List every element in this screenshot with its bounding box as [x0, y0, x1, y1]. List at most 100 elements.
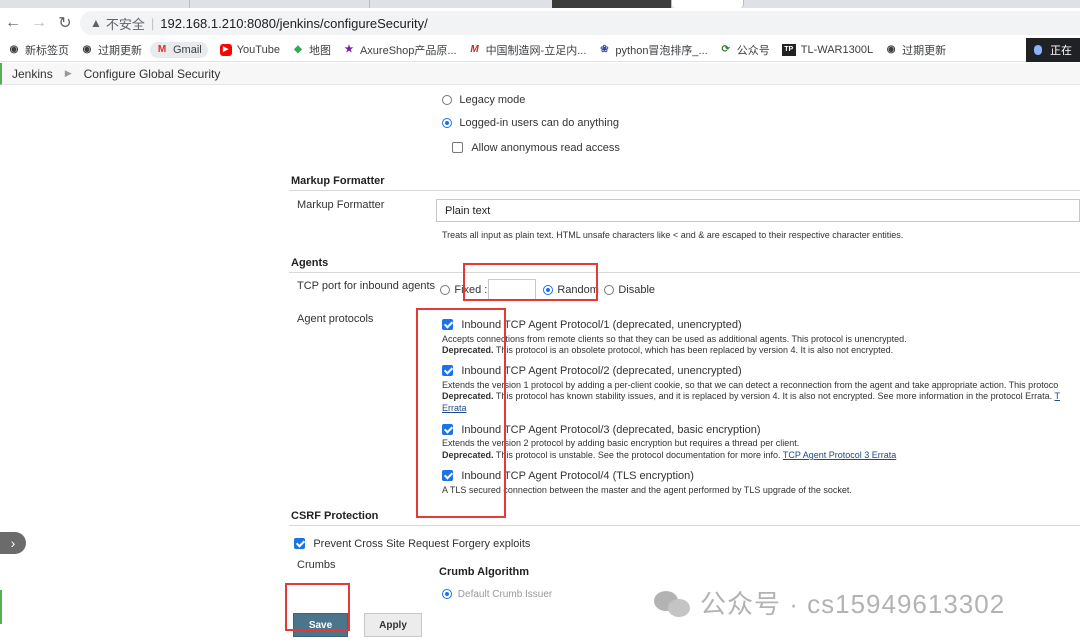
bookmark-item[interactable]: ◉ 过期更新: [81, 42, 142, 58]
globe-icon: ◉: [9, 43, 19, 55]
protocol-1-option[interactable]: Inbound TCP Agent Protocol/1 (deprecated…: [442, 317, 742, 331]
protocol-3-desc: Extends the version 2 protocol by adding…: [442, 438, 800, 448]
protocol-2-option[interactable]: Inbound TCP Agent Protocol/2 (deprecated…: [442, 363, 742, 377]
bookmark-item[interactable]: ◉ 新标签页: [8, 42, 69, 58]
anonymous-read-checkbox[interactable]: [452, 142, 463, 154]
fixed-port-option[interactable]: Fixed :: [440, 282, 487, 296]
csrf-section-title: CSRF Protection: [291, 510, 379, 522]
warning-icon[interactable]: ▲: [90, 16, 102, 30]
bookmark-item[interactable]: ▶ YouTube: [219, 43, 280, 56]
back-icon[interactable]: ←: [0, 10, 26, 36]
protocol-2-errata-link[interactable]: Errata: [442, 403, 467, 414]
random-port-label: Random: [557, 284, 599, 296]
protocol-4-option[interactable]: Inbound TCP Agent Protocol/4 (TLS encryp…: [442, 468, 694, 482]
markup-formatter-help: Treats all input as plain text. HTML uns…: [442, 230, 904, 240]
reload-icon[interactable]: ↻: [52, 10, 78, 36]
breadcrumb-current[interactable]: Configure Global Security: [84, 67, 221, 81]
disable-port-option[interactable]: Disable: [604, 282, 655, 296]
browser-tab-active[interactable]: [672, 0, 744, 8]
bookmark-item[interactable]: M 中国制造网-立足内...: [469, 42, 586, 58]
gmail-icon: M: [157, 43, 167, 55]
star-icon: ★: [344, 43, 354, 55]
markup-formatter-select[interactable]: Plain text: [436, 199, 1080, 222]
address-bar: ← → ↻ ▲ 不安全 | 192.168.1.210:8080/jenkins…: [0, 8, 1080, 38]
bookmark-label: YouTube: [236, 43, 280, 56]
deprecated-text: This protocol is an obsolete protocol, w…: [493, 345, 894, 355]
voice-indicator[interactable]: 正在: [1026, 38, 1080, 62]
section-divider: [289, 272, 1080, 273]
protocol-4-desc: A TLS secured connection between the mas…: [442, 485, 852, 495]
protocol-3-errata-link[interactable]: TCP Agent Protocol 3 Errata: [783, 450, 896, 460]
browser-tab[interactable]: [190, 0, 370, 8]
chevron-right-icon: ▶: [64, 68, 72, 78]
bookmark-item[interactable]: TP TL-WAR1300L: [781, 43, 874, 56]
default-crumb-issuer-option[interactable]: Default Crumb Issuer: [442, 589, 552, 600]
insecure-label: 不安全: [105, 16, 145, 32]
csrf-prevent-checkbox[interactable]: [294, 538, 305, 550]
forward-icon[interactable]: →: [26, 10, 52, 36]
random-port-radio[interactable]: [543, 284, 553, 295]
bookmark-label: 过期更新: [902, 44, 947, 57]
anonymous-read-option[interactable]: Allow anonymous read access: [452, 140, 620, 154]
deprecated-text: This protocol is unstable. See the proto…: [493, 450, 783, 460]
youtube-icon: ▶: [219, 43, 232, 56]
breadcrumb-jenkins[interactable]: Jenkins: [12, 67, 53, 81]
microphone-icon: [1034, 45, 1042, 55]
legacy-mode-label: Legacy mode: [459, 94, 526, 106]
markup-formatter-section-title: Markup Formatter: [291, 175, 385, 187]
bookmark-label: Gmail: [173, 43, 202, 56]
voice-label: 正在: [1050, 45, 1072, 57]
url-field[interactable]: ▲ 不安全 | 192.168.1.210:8080/jenkins/confi…: [80, 11, 1080, 35]
protocol-2-link[interactable]: T: [1054, 391, 1060, 401]
protocol-1-checkbox[interactable]: [442, 319, 453, 331]
expand-sidebar-icon[interactable]: ›: [0, 532, 26, 554]
csrf-prevent-option[interactable]: Prevent Cross Site Request Forgery explo…: [294, 536, 530, 550]
agents-section-title: Agents: [291, 257, 329, 269]
fixed-port-radio[interactable]: [440, 284, 450, 295]
protocol-2-desc: Extends the version 1 protocol by adding…: [442, 380, 1059, 390]
save-button[interactable]: Save: [293, 613, 348, 637]
disable-port-radio[interactable]: [604, 284, 614, 295]
main-content: Legacy mode Logged-in users can do anyth…: [0, 86, 1080, 644]
protocol-3-option[interactable]: Inbound TCP Agent Protocol/3 (deprecated…: [442, 422, 761, 436]
bookmark-item[interactable]: ❀ python冒泡排序_...: [598, 42, 708, 58]
protocol-4-checkbox[interactable]: [442, 470, 453, 482]
maps-icon: ◆: [294, 43, 302, 55]
protocol-2-checkbox[interactable]: [442, 365, 453, 377]
logged-in-radio[interactable]: [442, 117, 452, 128]
protocol-1-deprecation: Deprecated. This protocol is an obsolete…: [442, 345, 893, 356]
anonymous-read-label: Allow anonymous read access: [471, 142, 620, 154]
bookmark-item[interactable]: ★ AxureShop产品原...: [343, 42, 457, 58]
bookmark-item[interactable]: M Gmail: [150, 41, 208, 58]
protocol-4-label: Inbound TCP Agent Protocol/4 (TLS encryp…: [461, 470, 694, 482]
deprecated-label: Deprecated.: [442, 345, 494, 355]
csrf-prevent-label: Prevent Cross Site Request Forgery explo…: [313, 538, 531, 550]
bookmark-label: TL-WAR1300L: [800, 43, 874, 56]
tab-strip: [0, 0, 1080, 8]
legacy-mode-option[interactable]: Legacy mode: [442, 92, 525, 106]
section-divider: [289, 190, 1080, 191]
protocol-3-checkbox[interactable]: [442, 424, 453, 436]
scroll-indicator: [0, 590, 2, 624]
bookmark-label: 地图: [308, 44, 331, 57]
browser-tab[interactable]: [0, 0, 190, 8]
tcp-port-label: TCP port for inbound agents: [297, 280, 435, 292]
refresh-icon: ⟳: [721, 43, 730, 55]
logged-in-option[interactable]: Logged-in users can do anything: [442, 115, 619, 129]
crumbs-label: Crumbs: [297, 559, 336, 571]
default-crumb-issuer-radio[interactable]: [442, 589, 452, 600]
random-port-option[interactable]: Random: [543, 282, 599, 296]
apply-button[interactable]: Apply: [364, 613, 422, 637]
markup-formatter-label: Markup Formatter: [297, 199, 385, 211]
fixed-port-input[interactable]: [488, 279, 536, 300]
bookmark-item[interactable]: ⟳ 公众号: [720, 42, 770, 58]
globe-icon: ◉: [886, 43, 896, 55]
bookmark-label: 过期更新: [98, 44, 142, 57]
tp-icon: TP: [781, 43, 796, 56]
bookmark-item[interactable]: ◆ 地图: [292, 42, 331, 58]
python-icon: ❀: [600, 43, 609, 55]
legacy-mode-radio[interactable]: [442, 94, 452, 105]
browser-tab[interactable]: [552, 0, 672, 8]
bookmark-label: AxureShop产品原...: [359, 44, 457, 57]
bookmark-item[interactable]: ◉ 过期更新: [885, 42, 946, 58]
